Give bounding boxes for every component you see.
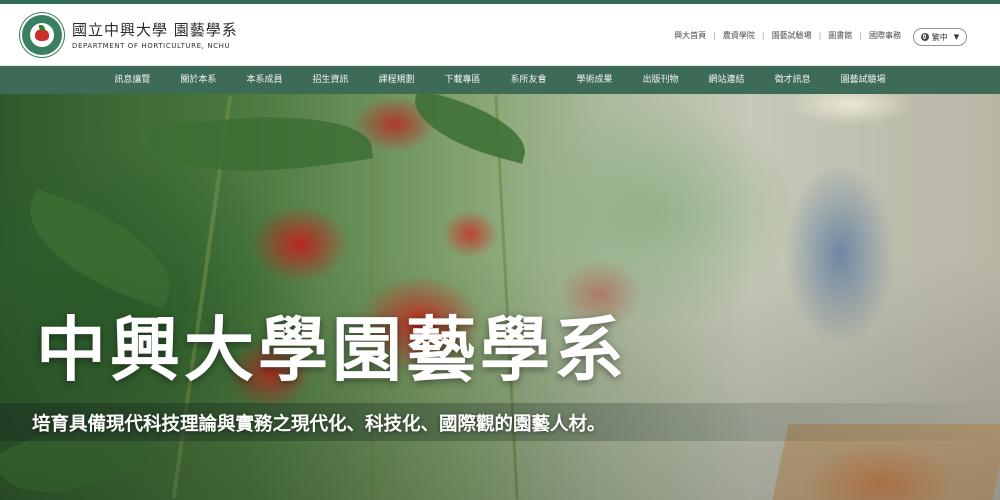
nav-item-links[interactable]: 網站連結 xyxy=(694,66,760,94)
top-links: 興大首頁 | 農資學院 | 園藝試驗場 | 圖書館 | 國際事務 xyxy=(667,30,908,41)
nav-item-publications[interactable]: 出版刊物 xyxy=(628,66,694,94)
leaf-icon xyxy=(39,25,45,31)
globe-icon xyxy=(920,33,929,41)
nav-item-curriculum[interactable]: 課程規劃 xyxy=(363,66,429,94)
site-title-cn[interactable]: 國立中興大學 園藝學系 xyxy=(72,19,238,40)
seal-inner xyxy=(30,23,54,47)
nav-item-news[interactable]: 訊息讓覽 xyxy=(99,66,165,94)
top-link-experiment-station[interactable]: 園藝試驗場 xyxy=(765,30,819,41)
nav-item-research[interactable]: 學術成果 xyxy=(562,66,628,94)
nav-item-members[interactable]: 本系成員 xyxy=(231,66,297,94)
language-label: 繁中 xyxy=(931,32,948,42)
top-link-college[interactable]: 農資學院 xyxy=(716,30,762,41)
top-link-library[interactable]: 圖書館 xyxy=(821,30,859,41)
site-header: 國立中興大學 園藝學系 DEPARTMENT OF HORTICULTURE, … xyxy=(0,4,1000,66)
main-nav: 訊息讓覽 關於本系 本系成員 招生資訊 課程規劃 下載專區 系所友會 學術成果 … xyxy=(0,66,1000,94)
hero-title: 中興大學園藝學系 xyxy=(36,308,628,391)
nav-item-experiment-station[interactable]: 園藝試驗場 xyxy=(826,66,901,94)
nav-item-downloads[interactable]: 下載專區 xyxy=(429,66,495,94)
language-selector[interactable]: 繁中 ▼ xyxy=(913,28,967,46)
hero-banner: 中興大學園藝學系 培育具備現代科技理論與實務之現代化、科技化、國際觀的園藝人材。 xyxy=(0,94,1000,500)
nav-item-admissions[interactable]: 招生資訊 xyxy=(297,66,363,94)
nav-item-alumni[interactable]: 系所友會 xyxy=(496,66,562,94)
top-link-international[interactable]: 國際事務 xyxy=(862,30,908,41)
top-link-nchu-home[interactable]: 興大首頁 xyxy=(667,30,713,41)
nav-item-about[interactable]: 關於本系 xyxy=(165,66,231,94)
chevron-down-icon: ▼ xyxy=(953,33,960,41)
nav-item-jobs[interactable]: 徵才訊息 xyxy=(760,66,826,94)
nchu-seal-icon[interactable] xyxy=(22,15,62,55)
site-title-en: DEPARTMENT OF HORTICULTURE, NCHU xyxy=(72,42,231,50)
hero-subtitle: 培育具備現代科技理論與實務之現代化、科技化、國際觀的園藝人材。 xyxy=(32,414,606,435)
